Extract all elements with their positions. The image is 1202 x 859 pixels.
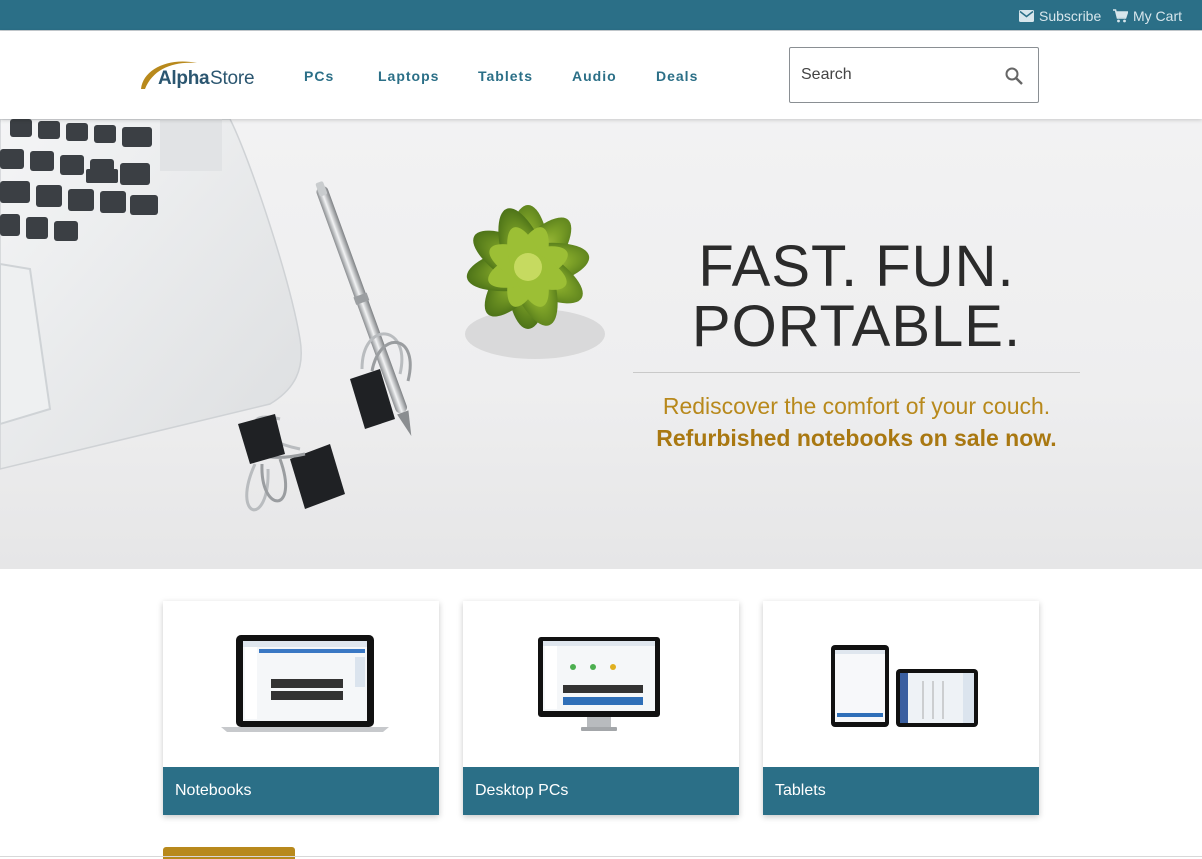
top-utility-bar: Subscribe My Cart: [0, 0, 1202, 31]
desktop-pc-product-image: [538, 637, 660, 731]
site-header: Alpha Store PCs Laptops Tablets Audio De…: [0, 31, 1202, 119]
hero-title: FAST. FUN. PORTABLE.: [633, 237, 1080, 357]
hero-divider: [633, 372, 1080, 373]
category-label-bar: Notebooks: [163, 767, 439, 815]
category-label-bar: Desktop PCs: [463, 767, 739, 815]
category-card-notebooks[interactable]: Notebooks: [163, 601, 439, 815]
alphastore-logo[interactable]: Alpha Store: [139, 59, 264, 93]
hero-title-line2: PORTABLE.: [691, 294, 1022, 359]
hero-sale-text: Refurbished notebooks on sale now.: [656, 425, 1057, 451]
shopping-cart-icon: [1113, 9, 1128, 23]
hero-subtitle: Rediscover the comfort of your couch.: [662, 393, 1051, 419]
search-input[interactable]: [801, 64, 991, 86]
hero-banner[interactable]: FAST. FUN. PORTABLE. Rediscover the comf…: [0, 119, 1202, 569]
subscribe-link[interactable]: Subscribe: [1019, 8, 1101, 24]
nav-item-pcs[interactable]: PCs: [304, 68, 334, 84]
nav-item-tablets[interactable]: Tablets: [478, 68, 533, 84]
partial-button[interactable]: [163, 847, 295, 859]
nav-item-audio[interactable]: Audio: [572, 68, 617, 84]
category-card-tablets[interactable]: Tablets: [763, 601, 1039, 815]
category-card-desktop-pcs[interactable]: Desktop PCs: [463, 601, 739, 815]
category-label: Desktop PCs: [475, 782, 569, 799]
nav-item-deals[interactable]: Deals: [656, 68, 698, 84]
notebook-product-image: [221, 635, 389, 732]
category-label: Notebooks: [175, 782, 252, 799]
mail-icon: [1019, 10, 1034, 22]
tablet-product-image: [831, 645, 978, 727]
search-icon[interactable]: [1004, 66, 1024, 86]
subscribe-label: Subscribe: [1039, 8, 1102, 24]
cart-label: My Cart: [1133, 8, 1182, 24]
nav-item-laptops[interactable]: Laptops: [378, 68, 439, 84]
hero-desk-image: [0, 119, 605, 512]
category-label-bar: Tablets: [763, 767, 1039, 815]
logo-text-store: Store: [210, 68, 255, 89]
category-label: Tablets: [775, 782, 826, 799]
logo-text-alpha: Alpha: [158, 68, 210, 89]
search-box: [789, 47, 1039, 103]
my-cart-link[interactable]: My Cart: [1113, 8, 1182, 24]
hero-title-line1: FAST. FUN.: [698, 234, 1015, 299]
